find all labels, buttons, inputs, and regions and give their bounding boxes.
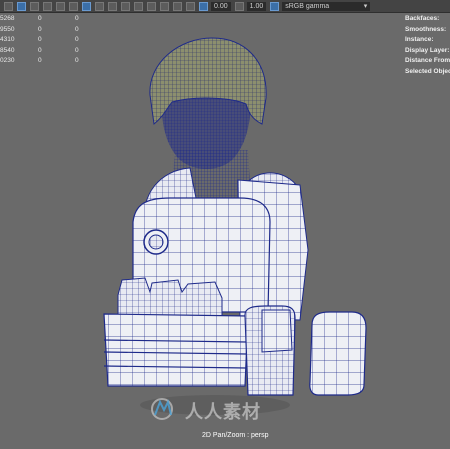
vest-badge-inner [148, 234, 164, 250]
viewport-model[interactable] [0, 0, 450, 449]
vest-belt-panel [103, 313, 249, 387]
camera-label: 2D Pan/Zoom : persp [202, 432, 269, 439]
side-pouch-flap [261, 309, 293, 353]
watermark-text: 人人素材 [185, 402, 261, 423]
side-pouch-right [309, 311, 367, 396]
